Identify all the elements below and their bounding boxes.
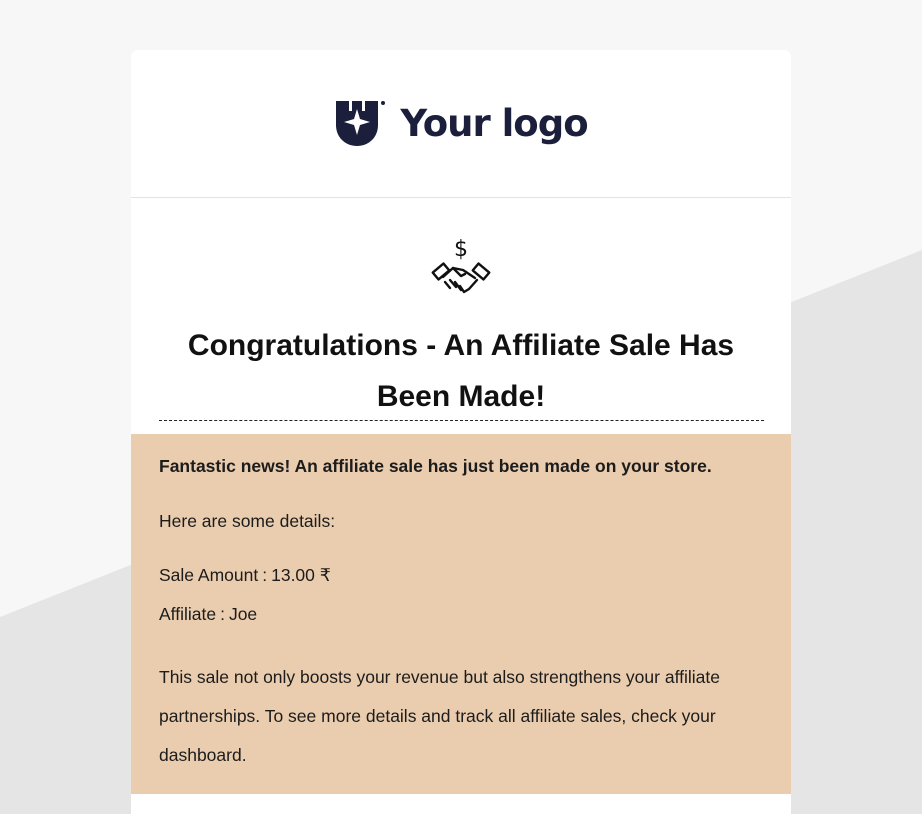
details-label: Here are some details:: [159, 511, 336, 531]
content-panel: Fantastic news! An affiliate sale has ju…: [131, 434, 791, 794]
hero-title: Congratulations - An Affiliate Sale Has …: [187, 329, 735, 413]
affiliate-value: Joe: [228, 604, 258, 624]
svg-text:$: $: [454, 237, 468, 262]
email-header: Your logo: [131, 50, 791, 198]
logo-text: Your logo: [400, 102, 588, 145]
shield-star-icon: [336, 98, 386, 146]
affiliate-label: Affiliate: [159, 604, 217, 624]
sale-amount-value: 13.00 ₹: [271, 565, 331, 585]
separator: :: [262, 565, 268, 585]
sale-amount-label: Sale Amount: [159, 565, 259, 585]
handshake-dollar-icon: $: [431, 237, 491, 294]
hero-section: $ Congratulations - An Affiliate Sale Ha…: [131, 198, 791, 420]
body-text: This sale not only boosts your revenue b…: [159, 667, 720, 765]
brand-logo: Your logo: [334, 98, 589, 149]
sale-amount-row: Sale Amount:13.00 ₹: [159, 563, 763, 587]
intro-text: Fantastic news! An affiliate sale has ju…: [159, 456, 712, 476]
affiliate-row: Affiliate: Joe: [159, 602, 763, 626]
separator: :: [220, 604, 225, 624]
email-card: Your logo $ Congratulations - An Affilia…: [131, 50, 791, 814]
